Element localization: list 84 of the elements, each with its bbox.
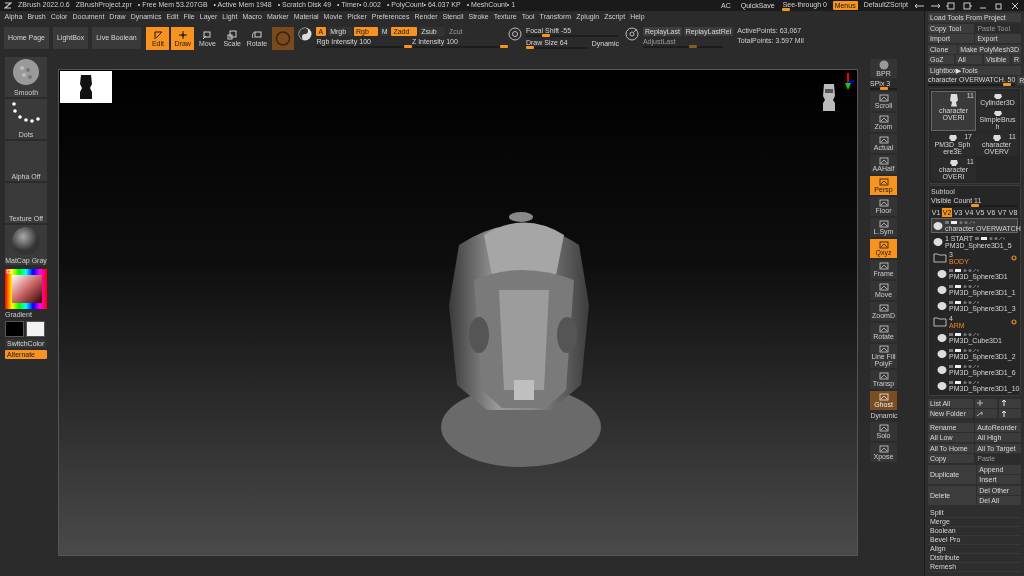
slider-handle[interactable] <box>542 34 551 37</box>
mesh-preview-icon <box>990 133 1003 141</box>
mesh-thumbnail-icon <box>933 220 943 231</box>
icon-button[interactable] <box>974 409 997 419</box>
icon-button[interactable] <box>974 398 997 408</box>
palette-icon[interactable] <box>946 1 956 10</box>
subtool-toggles-icon <box>949 379 979 385</box>
subtool-toggles-icon <box>949 267 979 273</box>
active-tool-thumbnail <box>60 71 112 103</box>
gear-icon[interactable] <box>1011 254 1017 261</box>
mesh-thumbnail-icon <box>937 380 947 391</box>
color-swatch[interactable] <box>25 321 45 338</box>
subtool-toggles-icon <box>949 363 979 369</box>
tool-glyph-icon <box>878 445 889 454</box>
slider-handle[interactable] <box>525 45 534 49</box>
subtool-toggles-icon <box>949 299 979 305</box>
mesh-thumbnail-icon <box>933 236 943 247</box>
viewport-canvas[interactable] <box>58 69 858 556</box>
mode-icon <box>177 30 188 40</box>
arrow-icon <box>976 410 983 417</box>
mesh-preview-icon <box>947 158 960 166</box>
tool-glyph-icon <box>878 262 889 270</box>
tool-glyph-icon <box>878 372 889 380</box>
tool-glyph-icon <box>878 241 889 249</box>
up-arrow-icon <box>1000 400 1007 407</box>
slider-handle[interactable] <box>970 204 979 208</box>
dock-right-icon[interactable] <box>930 1 940 10</box>
tool-glyph-icon <box>878 157 889 165</box>
icon-button[interactable] <box>998 398 1021 408</box>
tool-glyph-icon <box>878 424 889 433</box>
slider-handle[interactable] <box>879 87 888 90</box>
tool-glyph-icon <box>878 345 889 353</box>
head-preview-drawing <box>821 82 837 112</box>
tool-glyph-icon <box>878 199 889 207</box>
tool-glyph-icon <box>878 304 889 312</box>
slider-handle[interactable] <box>404 44 413 48</box>
subtool-toggles-icon <box>949 347 979 353</box>
replay-icon[interactable] <box>624 27 639 41</box>
brush-target-icon[interactable] <box>507 27 522 41</box>
tool-glyph-icon <box>878 136 889 144</box>
app-logo-icon <box>4 2 12 9</box>
matcap-sphere-icon <box>10 225 42 255</box>
plus-icon <box>976 400 983 407</box>
brush-sphere-icon <box>11 57 41 86</box>
mode-icon <box>251 30 262 40</box>
subtool-toggles-icon <box>945 219 975 225</box>
subtool-toggles-icon <box>949 283 979 289</box>
mesh-preview-icon <box>946 133 959 141</box>
tool-glyph-icon <box>878 220 889 228</box>
mesh-preview-icon <box>991 109 1004 116</box>
close-icon[interactable] <box>1010 1 1020 10</box>
color-swatch[interactable] <box>5 321 24 338</box>
gear-icon[interactable] <box>1011 318 1017 325</box>
tool-glyph-icon <box>878 283 889 291</box>
tool-glyph-icon <box>878 325 889 333</box>
mode-icon <box>152 30 163 40</box>
tool-glyph-icon <box>878 115 889 123</box>
palette-icon[interactable] <box>962 1 972 10</box>
mesh-preview-icon <box>947 92 960 107</box>
slider-handle[interactable] <box>1002 83 1011 86</box>
mode-icon <box>202 30 213 40</box>
slider-handle[interactable] <box>782 7 791 11</box>
material-swatch-icon[interactable] <box>272 27 295 50</box>
mode-icon <box>227 30 238 40</box>
folder-icon <box>933 252 947 264</box>
subtool-toggles-icon <box>974 235 1005 241</box>
mesh-thumbnail-icon <box>937 364 947 375</box>
mesh-preview-icon <box>991 92 1004 99</box>
tool-glyph-icon <box>878 94 889 102</box>
restore-icon[interactable] <box>994 1 1004 10</box>
dock-left-icon[interactable] <box>914 1 924 10</box>
mesh-thumbnail-icon <box>937 268 947 279</box>
mesh-thumbnail-icon <box>937 300 947 311</box>
slider-handle[interactable] <box>499 44 508 48</box>
folder-arrow-icon <box>1000 410 1007 417</box>
mesh-thumbnail-icon <box>937 348 947 359</box>
mesh-thumbnail-icon <box>937 332 947 343</box>
folder-icon <box>933 316 947 328</box>
tool-glyph-icon <box>878 393 889 401</box>
tool-glyph-icon <box>878 178 889 186</box>
subtool-toggles-icon <box>949 331 979 337</box>
color-picker-icon[interactable] <box>5 269 47 309</box>
mesh-thumbnail-icon <box>937 284 947 295</box>
icon-button[interactable] <box>998 409 1021 419</box>
